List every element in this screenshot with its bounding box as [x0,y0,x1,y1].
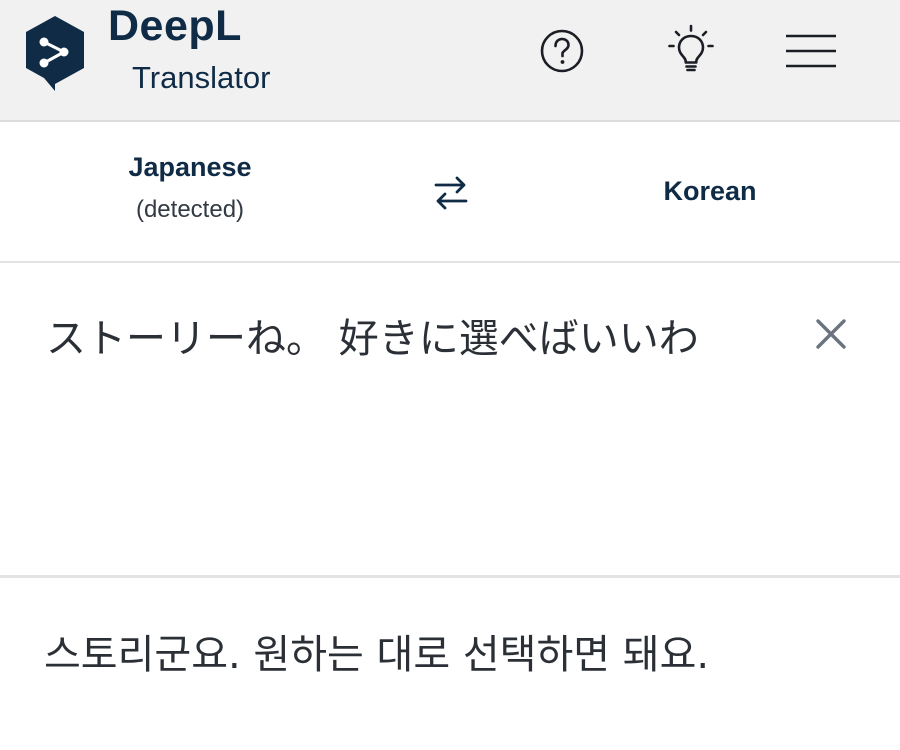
brand-name: DeepL [108,2,242,50]
translated-text[interactable]: 스토리군요. 원하는 대로 선택하면 돼요. [44,627,764,683]
help-button[interactable] [535,24,589,78]
swap-languages-button[interactable] [424,168,478,218]
source-language-detected: (detected) [135,196,245,223]
source-language-selector[interactable]: Japanese (detected) [90,150,290,226]
source-text-panel: ストーリーね。 好きに選べばいいわ [0,263,900,578]
close-icon [816,319,846,349]
clear-source-button[interactable] [808,311,854,357]
hamburger-menu-icon [786,34,836,68]
menu-button[interactable] [782,24,840,78]
lightbulb-icon [668,24,714,72]
deepl-logo-icon[interactable] [22,14,88,92]
source-text-input[interactable]: ストーリーね。 好きに選べばいいわ [46,313,786,365]
brand-subtitle: Translator [132,60,271,95]
target-language-selector[interactable]: Korean [610,174,810,208]
swap-arrows-icon [434,176,468,210]
help-circle-icon [540,29,584,73]
tips-button[interactable] [664,24,718,78]
language-bar: Japanese (detected) Korean [0,122,900,263]
app-header: DeepL Translator [0,0,900,122]
target-text-panel: 스토리군요. 원하는 대로 선택하면 돼요. [0,581,900,750]
source-language-name: Japanese [128,152,252,182]
